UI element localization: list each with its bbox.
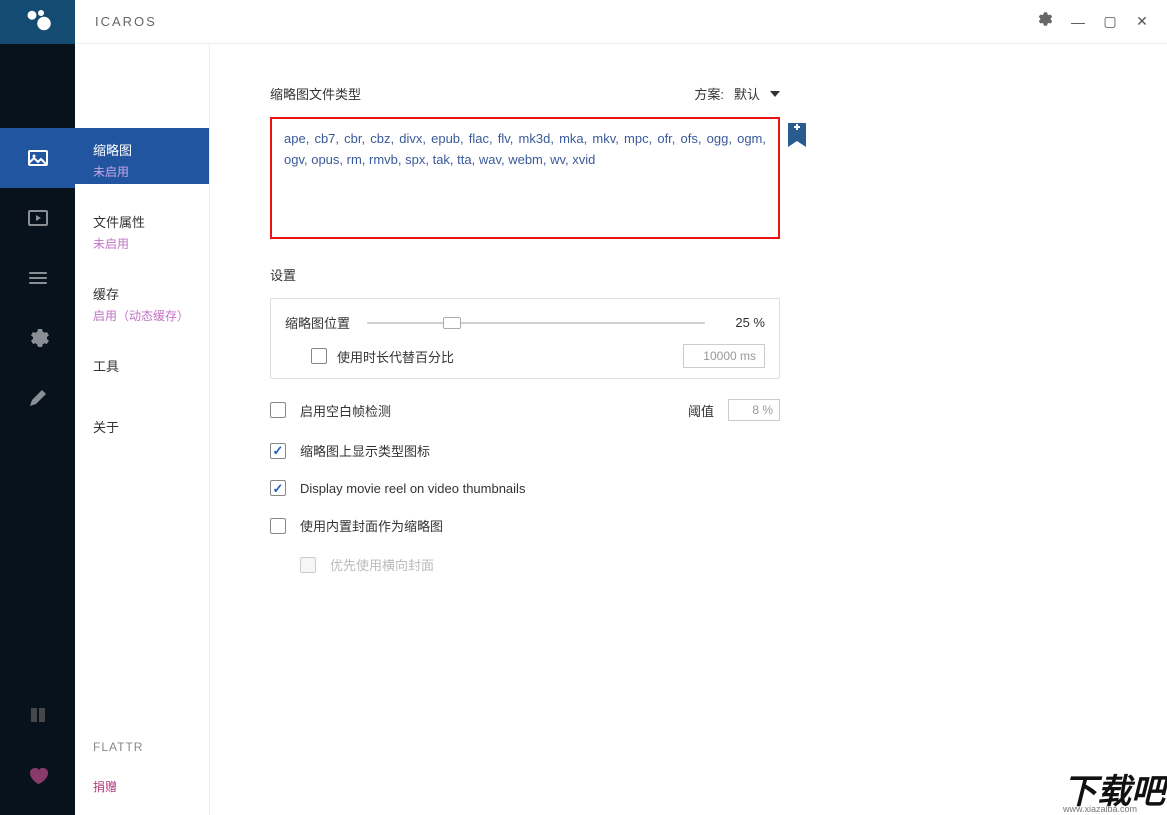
app-title: ICAROS bbox=[95, 14, 157, 29]
prefer-landscape-label: 优先使用横向封面 bbox=[330, 555, 434, 574]
thumb-pos-value: 25 % bbox=[717, 315, 765, 330]
sidebar-item-label: 缓存 bbox=[93, 284, 191, 303]
scheme-value: 默认 bbox=[734, 84, 760, 103]
scheme-dropdown[interactable]: 默认 bbox=[734, 84, 780, 103]
sidebar-item-tools[interactable]: 工具 bbox=[75, 344, 209, 389]
show-type-icon-label: 缩略图上显示类型图标 bbox=[300, 441, 430, 460]
sidebar-item-label: 文件属性 bbox=[93, 212, 191, 231]
donate-label[interactable]: 捐赠 bbox=[75, 766, 209, 815]
nav-icon-tools[interactable] bbox=[0, 308, 75, 368]
thumb-pos-slider[interactable] bbox=[367, 316, 705, 330]
sidebar-item-thumbnail[interactable]: 缩略图 未启用 bbox=[75, 128, 209, 184]
app-logo bbox=[0, 0, 75, 44]
settings-title: 设置 bbox=[270, 265, 780, 284]
filetypes-title: 缩略图文件类型 bbox=[270, 84, 361, 103]
sidebar-item-label: 工具 bbox=[93, 356, 191, 375]
flattr-label[interactable]: FLATTR bbox=[75, 728, 209, 766]
nav-icon-properties[interactable] bbox=[0, 188, 75, 248]
blank-frame-checkbox[interactable] bbox=[270, 402, 286, 418]
filetypes-textbox[interactable]: ape, cb7, cbr, cbz, divx, epub, flac, fl… bbox=[270, 117, 780, 239]
duration-input[interactable]: 10000 ms bbox=[683, 344, 765, 368]
use-duration-label: 使用时长代替百分比 bbox=[337, 347, 454, 366]
prefer-landscape-checkbox bbox=[300, 557, 316, 573]
sidebar-item-label: 缩略图 bbox=[93, 140, 191, 159]
movie-reel-label: Display movie reel on video thumbnails bbox=[300, 481, 525, 496]
thumb-position-group: 缩略图位置 25 % 使用时长代替百分比 10000 ms bbox=[270, 298, 780, 379]
blank-frame-label: 启用空白帧检测 bbox=[300, 401, 391, 420]
threshold-input[interactable]: 8 % bbox=[728, 399, 780, 421]
sidebar-item-about[interactable]: 关于 bbox=[75, 405, 209, 450]
sidebar: 缩略图 未启用 文件属性 未启用 缓存 启用（动态缓存） 工具 关于 FLATT… bbox=[75, 44, 210, 815]
bookmark-icon[interactable] bbox=[788, 123, 806, 154]
chevron-down-icon bbox=[770, 91, 780, 97]
nav-icon-cache[interactable] bbox=[0, 248, 75, 308]
close-button[interactable]: ✕ bbox=[1135, 13, 1149, 30]
sidebar-item-status: 未启用 bbox=[93, 163, 191, 180]
sidebar-item-cache[interactable]: 缓存 启用（动态缓存） bbox=[75, 272, 209, 328]
use-duration-checkbox[interactable] bbox=[311, 348, 327, 364]
maximize-button[interactable]: ▢ bbox=[1103, 13, 1117, 30]
nav-icon-thumbnail[interactable] bbox=[0, 128, 75, 188]
sidebar-item-status: 未启用 bbox=[93, 235, 191, 252]
minimize-button[interactable]: — bbox=[1071, 14, 1085, 30]
use-cover-checkbox[interactable] bbox=[270, 518, 286, 534]
threshold-label: 阈值 bbox=[688, 401, 714, 420]
show-type-icon-checkbox[interactable] bbox=[270, 443, 286, 459]
sidebar-item-properties[interactable]: 文件属性 未启用 bbox=[75, 200, 209, 256]
thumb-pos-label: 缩略图位置 bbox=[285, 313, 355, 332]
sidebar-item-label: 关于 bbox=[93, 417, 191, 436]
settings-icon[interactable] bbox=[1035, 10, 1053, 33]
nav-icon-about[interactable] bbox=[0, 368, 75, 428]
use-cover-label: 使用内置封面作为缩略图 bbox=[300, 516, 443, 535]
flattr-icon[interactable] bbox=[0, 685, 75, 745]
movie-reel-checkbox[interactable] bbox=[270, 480, 286, 496]
sidebar-item-status: 启用（动态缓存） bbox=[93, 307, 191, 324]
title-bar: ICAROS — ▢ ✕ bbox=[0, 0, 1167, 44]
donate-icon[interactable] bbox=[0, 745, 75, 805]
scheme-label: 方案: bbox=[694, 84, 724, 103]
icon-rail bbox=[0, 44, 75, 815]
content-area: 缩略图文件类型 方案: 默认 ape, cb7, cbr, cbz, divx,… bbox=[210, 44, 1167, 815]
